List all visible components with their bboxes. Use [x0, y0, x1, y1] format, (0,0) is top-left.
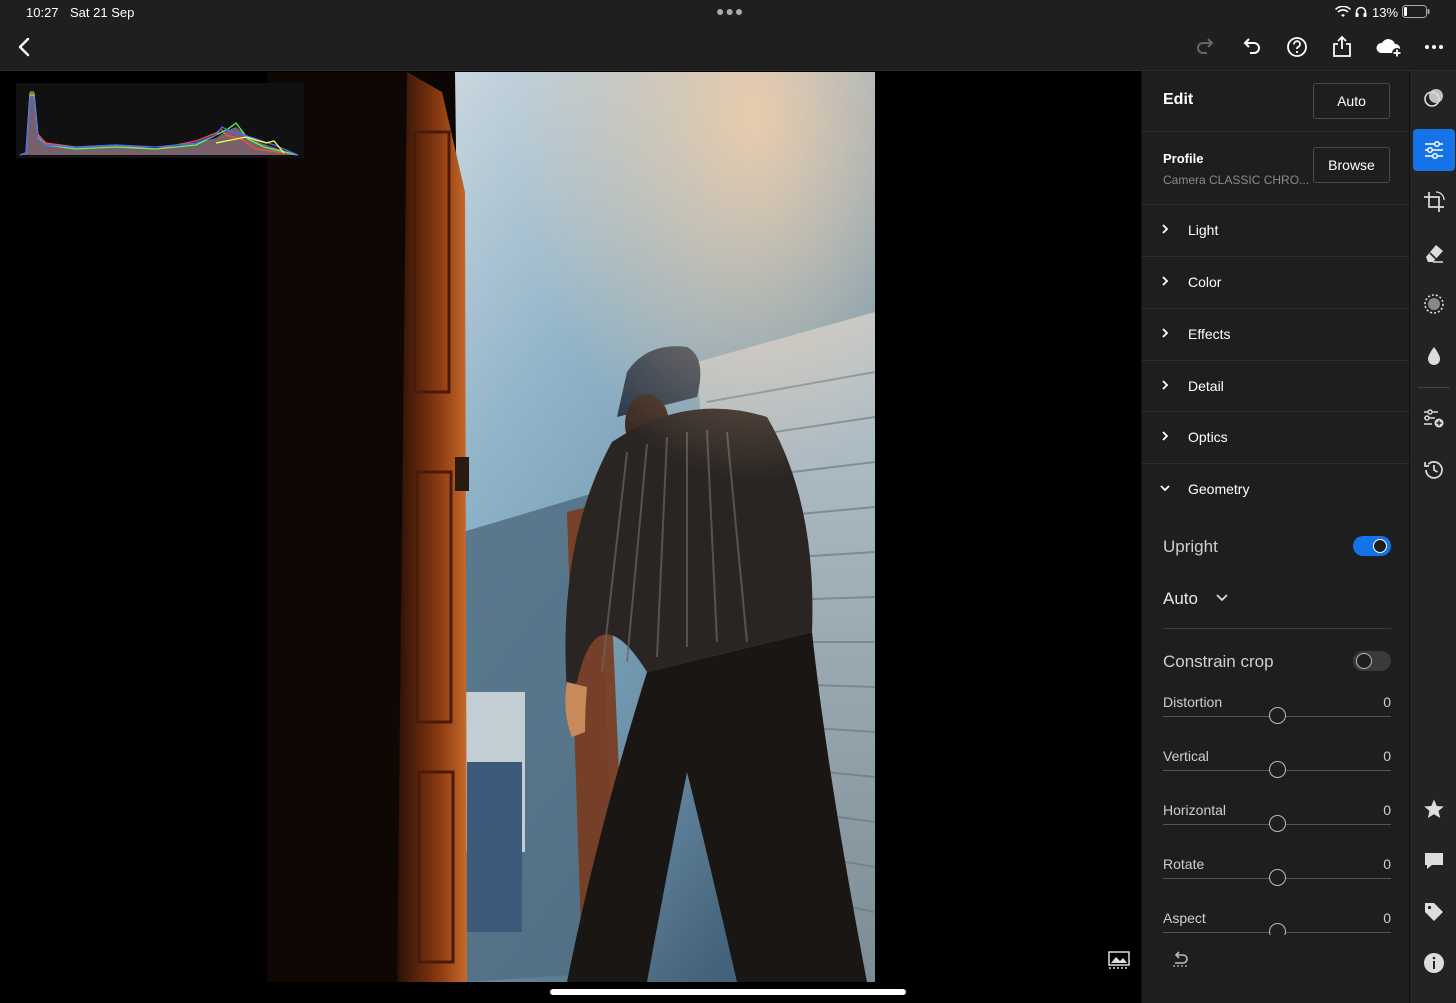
redo-icon[interactable]: [1193, 34, 1219, 60]
chevron-right-icon: [1162, 224, 1169, 234]
slider-value[interactable]: 0: [1383, 748, 1391, 764]
section-label: Effects: [1188, 326, 1231, 342]
crop-icon[interactable]: [1422, 190, 1446, 214]
slider-label: Vertical: [1163, 748, 1209, 764]
profile-value[interactable]: Camera CLASSIC CHRO...: [1163, 173, 1309, 187]
histogram[interactable]: [16, 83, 304, 158]
edit-sliders-icon[interactable]: [1422, 138, 1446, 162]
distortion-slider[interactable]: Distortion 0: [1163, 694, 1391, 748]
slider-thumb[interactable]: [1268, 707, 1286, 724]
share-icon[interactable]: [1329, 34, 1355, 60]
blur-icon[interactable]: [1422, 344, 1446, 368]
toggle-knob: [1373, 539, 1387, 553]
slider-value[interactable]: 0: [1383, 802, 1391, 818]
divider: [1163, 628, 1391, 629]
section-geometry[interactable]: Geometry: [1142, 464, 1410, 515]
slider-label: Distortion: [1163, 694, 1223, 710]
auto-button[interactable]: Auto: [1313, 83, 1390, 119]
section-light[interactable]: Light: [1142, 205, 1410, 256]
horizontal-slider[interactable]: Horizontal 0: [1163, 802, 1391, 856]
slider-thumb[interactable]: [1268, 923, 1286, 935]
browse-button[interactable]: Browse: [1313, 147, 1390, 183]
slider-value[interactable]: 0: [1383, 694, 1391, 710]
rail-divider: [1418, 387, 1450, 388]
headphones-icon: [1355, 5, 1367, 17]
slider-value[interactable]: 0: [1383, 910, 1391, 926]
vertical-slider[interactable]: Vertical 0: [1163, 748, 1391, 802]
back-chevron-icon[interactable]: [12, 34, 38, 60]
aspect-slider-clip: Aspect 0: [1142, 910, 1410, 935]
chevron-down-icon: [1160, 485, 1170, 492]
divider: [1142, 131, 1410, 132]
chevron-right-icon: [1162, 380, 1169, 390]
slider-label: Aspect: [1163, 910, 1206, 926]
history-icon[interactable]: [1422, 458, 1446, 482]
status-date: Sat 21 Sep: [70, 5, 135, 20]
toggle-knob: [1356, 653, 1372, 669]
rotate-slider[interactable]: Rotate 0: [1163, 856, 1391, 910]
profile-label: Profile: [1163, 151, 1204, 166]
section-label: Optics: [1188, 429, 1228, 445]
panel-title: Edit: [1163, 91, 1194, 108]
battery-icon: [1402, 5, 1430, 18]
section-label: Detail: [1188, 378, 1224, 394]
healing-icon[interactable]: [1422, 241, 1446, 265]
photo[interactable]: [267, 72, 875, 982]
tool-rail: [1409, 71, 1456, 1003]
versions-icon[interactable]: [1422, 407, 1446, 431]
edit-panel: Edit Auto Profile Camera CLASSIC CHRO...…: [1141, 71, 1410, 1003]
wifi-icon: [1334, 5, 1352, 17]
constrain-crop-toggle[interactable]: [1353, 651, 1391, 671]
constrain-crop-label: Constrain crop: [1163, 652, 1274, 671]
more-icon[interactable]: [1422, 34, 1448, 60]
chevron-down-icon[interactable]: [1214, 590, 1230, 606]
masking-icon[interactable]: [1422, 292, 1446, 316]
info-icon[interactable]: [1422, 951, 1446, 975]
presets-icon[interactable]: [1422, 86, 1446, 110]
section-label: Light: [1188, 222, 1219, 238]
chevron-right-icon: [1162, 276, 1169, 286]
upright-toggle[interactable]: [1353, 536, 1391, 556]
undo-icon[interactable]: [1238, 34, 1264, 60]
slider-thumb[interactable]: [1268, 761, 1286, 778]
reset-icon[interactable]: [1170, 951, 1190, 969]
section-detail[interactable]: Detail: [1142, 361, 1410, 412]
chevron-right-icon: [1162, 328, 1169, 338]
cloud-add-icon[interactable]: [1374, 34, 1404, 60]
section-label: Geometry: [1188, 481, 1250, 497]
upright-mode-value[interactable]: Auto: [1163, 589, 1198, 609]
home-indicator[interactable]: [550, 989, 906, 995]
battery-percent: 13%: [1372, 5, 1399, 20]
section-color[interactable]: Color: [1142, 257, 1410, 308]
chevron-right-icon: [1162, 431, 1169, 441]
status-bar: 10:27 Sat 21 Sep ●●● 13%: [0, 0, 1456, 24]
slider-thumb[interactable]: [1268, 869, 1286, 886]
status-time: 10:27: [26, 5, 59, 20]
upright-label: Upright: [1163, 537, 1218, 556]
multitask-dots-icon[interactable]: ●●●: [716, 3, 744, 19]
help-icon[interactable]: [1284, 34, 1310, 60]
section-optics[interactable]: Optics: [1142, 412, 1410, 463]
slider-thumb[interactable]: [1268, 815, 1286, 832]
section-effects[interactable]: Effects: [1142, 309, 1410, 360]
comment-icon[interactable]: [1422, 849, 1446, 873]
aspect-slider[interactable]: Aspect 0: [1163, 910, 1391, 935]
before-after-icon[interactable]: [1108, 951, 1130, 971]
section-label: Color: [1188, 274, 1222, 290]
tag-icon[interactable]: [1422, 900, 1446, 924]
slider-label: Horizontal: [1163, 802, 1227, 818]
slider-label: Rotate: [1163, 856, 1205, 872]
star-icon[interactable]: [1422, 797, 1446, 821]
slider-value[interactable]: 0: [1383, 856, 1391, 872]
